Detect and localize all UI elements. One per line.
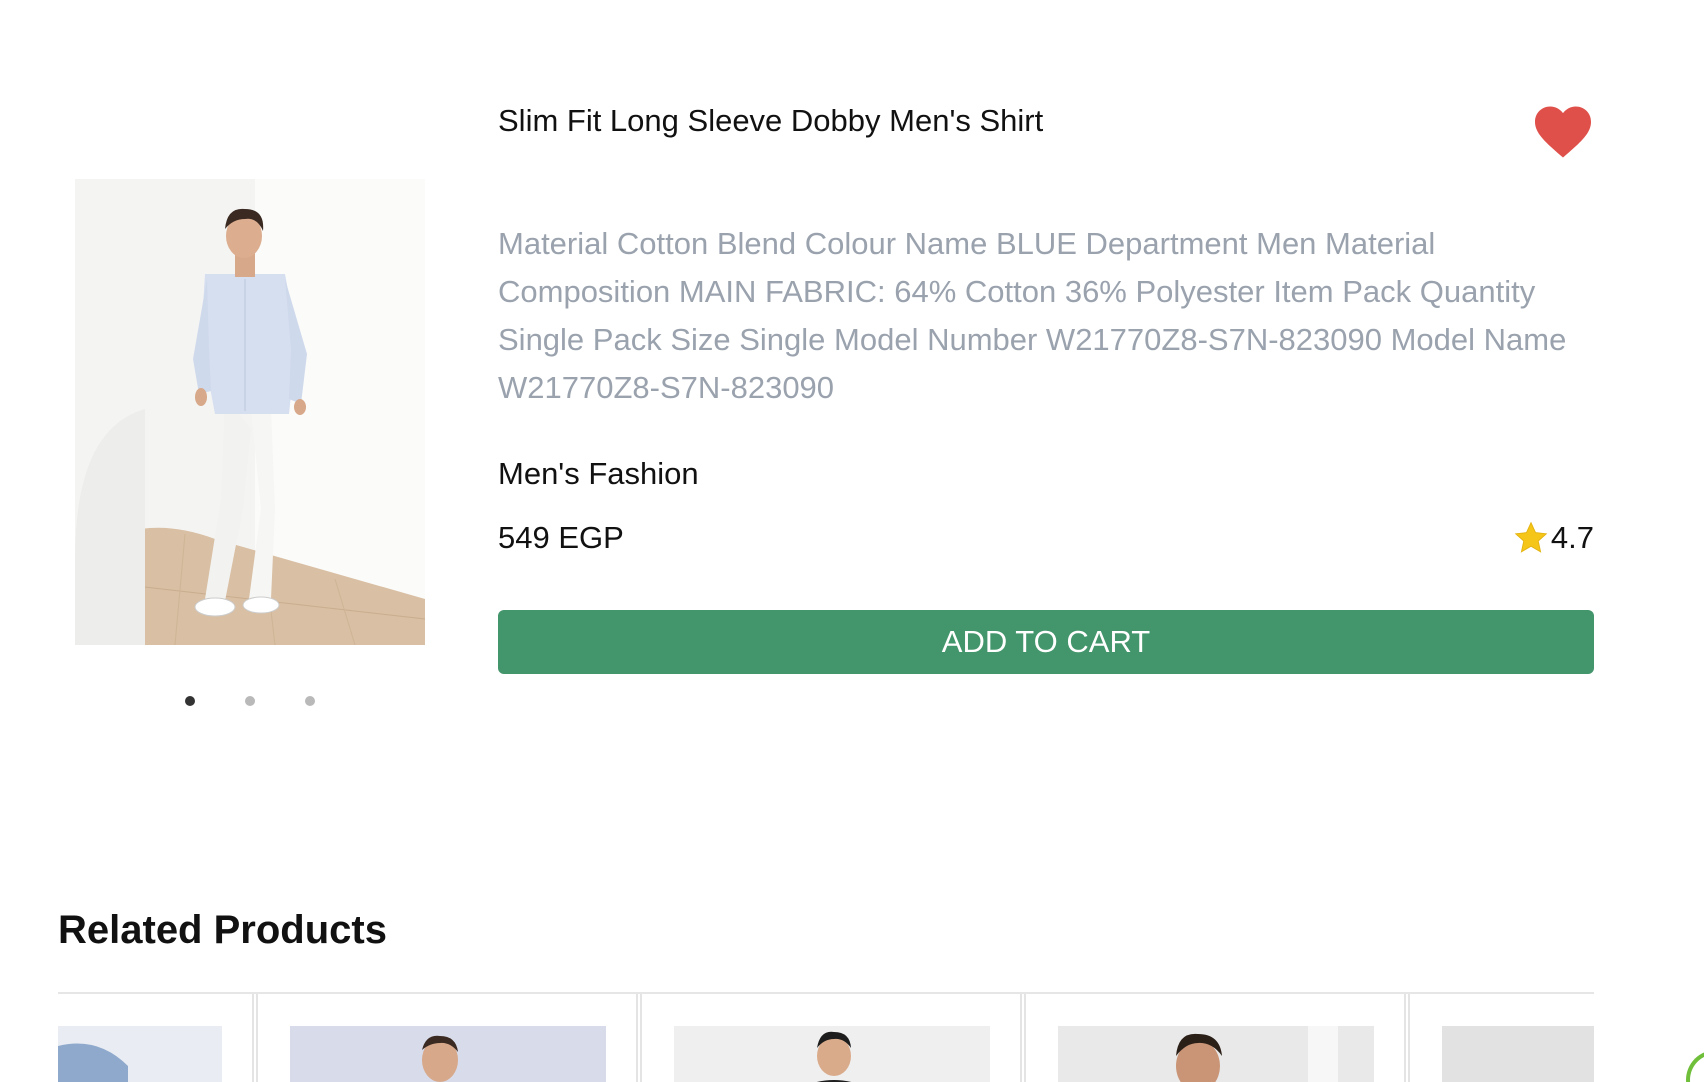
price-rating-row: 549 EGP 4.7 — [498, 516, 1594, 560]
related-card-3[interactable] — [640, 994, 1022, 1082]
spinner-icon — [1686, 1050, 1704, 1082]
product-price: 549 EGP — [498, 520, 624, 555]
product-category: Men's Fashion — [498, 456, 699, 491]
title-row: Slim Fit Long Sleeve Dobby Men's Shirt — [498, 100, 1594, 160]
product-title: Slim Fit Long Sleeve Dobby Men's Shirt — [498, 103, 1044, 138]
product-image-slider[interactable] — [75, 179, 425, 645]
related-card-image — [1058, 1026, 1374, 1082]
heart-icon[interactable] — [1532, 104, 1594, 160]
related-card-5[interactable] — [1408, 994, 1594, 1082]
related-card-image — [290, 1026, 606, 1082]
rating-value: 4.7 — [1550, 520, 1594, 555]
product-description: Material Cotton Blend Colour Name BLUE D… — [498, 226, 1567, 405]
product-info: Slim Fit Long Sleeve Dobby Men's Shirt M… — [498, 100, 1594, 674]
carousel-dot-2[interactable] — [245, 696, 255, 706]
star-icon — [1514, 521, 1548, 553]
add-to-cart-button[interactable]: ADD TO CART — [498, 610, 1594, 674]
carousel-dot-3[interactable] — [305, 696, 315, 706]
product-rating: 4.7 — [1513, 520, 1594, 556]
related-products-heading: Related Products — [58, 908, 387, 952]
related-products-carousel[interactable] — [58, 992, 1594, 1082]
related-card-1[interactable] — [58, 994, 254, 1082]
related-card-image — [58, 1026, 222, 1082]
carousel-dots — [75, 696, 425, 706]
product-image — [75, 179, 425, 645]
carousel-dot-1[interactable] — [185, 696, 195, 706]
related-card-4[interactable] — [1024, 994, 1406, 1082]
related-card-image — [1442, 1026, 1594, 1082]
product-details-page: Slim Fit Long Sleeve Dobby Men's Shirt M… — [0, 0, 1704, 1082]
related-card-2[interactable] — [256, 994, 638, 1082]
related-card-image — [674, 1026, 990, 1082]
